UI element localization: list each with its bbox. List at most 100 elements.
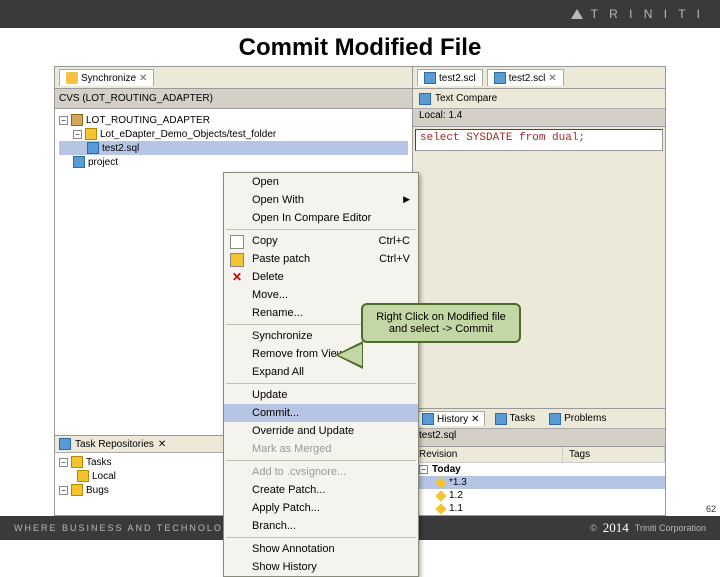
cm-mark-merged: Mark as Merged	[224, 440, 418, 458]
tree-label: test2.sql	[102, 143, 139, 154]
separator	[226, 460, 416, 461]
folder-icon	[71, 484, 83, 496]
brand-logo: T R I N I T I	[571, 7, 704, 21]
context-menu: Open Open With▶ Open In Compare Editor C…	[223, 172, 419, 577]
sync-icon	[66, 72, 78, 84]
separator	[226, 537, 416, 538]
right-pane: test2.scl test2.scl✕ Text Compare Local:…	[413, 67, 665, 515]
separator	[226, 229, 416, 230]
footer-year: 2014	[603, 520, 629, 536]
hist-today[interactable]: −Today	[413, 463, 665, 476]
tree-file-test2[interactable]: test2.sql	[59, 141, 408, 155]
tab-synchronize[interactable]: Synchronize ✕	[59, 69, 154, 86]
tree-label: Lot_eDapter_Demo_Objects/test_folder	[100, 129, 276, 140]
triangle-icon	[571, 9, 583, 19]
hist-r11[interactable]: 1.1	[413, 502, 665, 515]
tree-root[interactable]: − LOT_ROUTING_ADAPTER	[59, 113, 408, 127]
tab-label: Synchronize	[81, 73, 136, 84]
cm-commit[interactable]: Commit...	[224, 404, 418, 422]
file-icon	[494, 72, 506, 84]
page-number: 62	[706, 504, 716, 514]
local-version-bar: Local: 1.4	[413, 109, 665, 127]
col-revision[interactable]: Revision	[413, 447, 563, 462]
ide-window: Synchronize ✕ CVS (LOT_ROUTING_ADAPTER) …	[54, 66, 666, 516]
footer-corp: Triniti Corporation	[635, 523, 706, 533]
instruction-callout: Right Click on Modified file and select …	[361, 303, 521, 343]
cm-open-compare[interactable]: Open In Compare Editor	[224, 209, 418, 227]
sql-editor[interactable]: select SYSDATE from dual;	[415, 129, 663, 151]
compare-bar: Text Compare	[413, 89, 665, 109]
cm-update[interactable]: Update	[224, 386, 418, 404]
cm-create-patch[interactable]: Create Patch...	[224, 481, 418, 499]
history-header: Revision Tags	[413, 447, 665, 463]
adapter-label: CVS (LOT_ROUTING_ADAPTER)	[59, 93, 213, 104]
file-icon	[424, 72, 436, 84]
diamond-icon	[435, 477, 446, 488]
adapter-bar[interactable]: CVS (LOT_ROUTING_ADAPTER)	[55, 89, 412, 109]
folder-icon	[71, 456, 83, 468]
package-icon	[71, 114, 83, 126]
bottom-tabbar: History✕ Tasks Problems	[413, 409, 665, 429]
cm-move[interactable]: Move...	[224, 286, 418, 304]
history-file: test2.sql	[413, 429, 665, 447]
col-tags[interactable]: Tags	[563, 447, 665, 462]
close-icon[interactable]: ✕	[158, 439, 166, 450]
separator	[226, 383, 416, 384]
tab-problems[interactable]: Problems	[545, 412, 610, 426]
file-icon	[87, 142, 99, 154]
task-tab-label: Task Repositories	[75, 439, 154, 450]
cm-show-history[interactable]: Show History	[224, 558, 418, 576]
close-icon[interactable]: ✕	[471, 414, 479, 425]
sync-tabbar: Synchronize ✕	[55, 67, 412, 89]
editor-area	[413, 153, 665, 408]
tasks-icon	[495, 413, 507, 425]
hist-r13[interactable]: *1.3	[413, 476, 665, 489]
page-title: Commit Modified File	[0, 34, 720, 62]
cm-remove-view[interactable]: Remove from View	[224, 345, 418, 363]
tab-file-1[interactable]: test2.scl	[417, 69, 483, 86]
file-icon	[73, 156, 85, 168]
tree-label: LOT_ROUTING_ADAPTER	[86, 115, 210, 126]
footer-right: © 2014 Triniti Corporation	[590, 520, 706, 536]
cm-override[interactable]: Override and Update	[224, 422, 418, 440]
cm-open[interactable]: Open	[224, 173, 418, 191]
cm-delete[interactable]: ✕Delete	[224, 268, 418, 286]
cm-apply-patch[interactable]: Apply Patch...	[224, 499, 418, 517]
cm-show-annotation[interactable]: Show Annotation	[224, 540, 418, 558]
editor-tabbar: test2.scl test2.scl✕	[413, 67, 665, 89]
delete-icon: ✕	[230, 271, 244, 285]
cm-copy[interactable]: CopyCtrl+C	[224, 232, 418, 250]
problems-icon	[549, 413, 561, 425]
paste-icon	[230, 253, 244, 267]
cm-expand-all[interactable]: Expand All	[224, 363, 418, 381]
brand-header: T R I N I T I	[0, 0, 720, 28]
cm-open-with[interactable]: Open With▶	[224, 191, 418, 209]
cm-branch[interactable]: Branch...	[224, 517, 418, 535]
collapse-icon[interactable]: −	[73, 130, 82, 139]
close-icon[interactable]: ✕	[548, 73, 556, 84]
diamond-icon	[435, 503, 446, 514]
tab-tasks[interactable]: Tasks	[491, 412, 540, 426]
copyright-icon: ©	[590, 523, 597, 533]
history-icon	[422, 413, 434, 425]
cm-cvsignore: Add to .cvsignore...	[224, 463, 418, 481]
tab-history[interactable]: History✕	[417, 411, 485, 426]
hist-r12[interactable]: 1.2	[413, 489, 665, 502]
collapse-icon[interactable]: −	[59, 116, 68, 125]
tree-folder[interactable]: − Lot_eDapter_Demo_Objects/test_folder	[59, 127, 408, 141]
copy-icon	[230, 235, 244, 249]
close-icon[interactable]: ✕	[139, 73, 147, 84]
folder-icon	[77, 470, 89, 482]
diamond-icon	[435, 490, 446, 501]
callout-tail	[335, 341, 363, 369]
callout-text: Right Click on Modified file and select …	[376, 311, 506, 335]
compare-label: Text Compare	[435, 93, 497, 104]
compare-icon	[419, 93, 431, 105]
tab-file-2[interactable]: test2.scl✕	[487, 69, 564, 86]
folder-icon	[85, 128, 97, 140]
cm-paste[interactable]: Paste patchCtrl+V	[224, 250, 418, 268]
tree-project[interactable]: project	[59, 155, 408, 169]
task-icon	[59, 438, 71, 450]
history-table: Revision Tags −Today *1.3 1.2 1.1	[413, 447, 665, 515]
tree-label: project	[88, 157, 118, 168]
